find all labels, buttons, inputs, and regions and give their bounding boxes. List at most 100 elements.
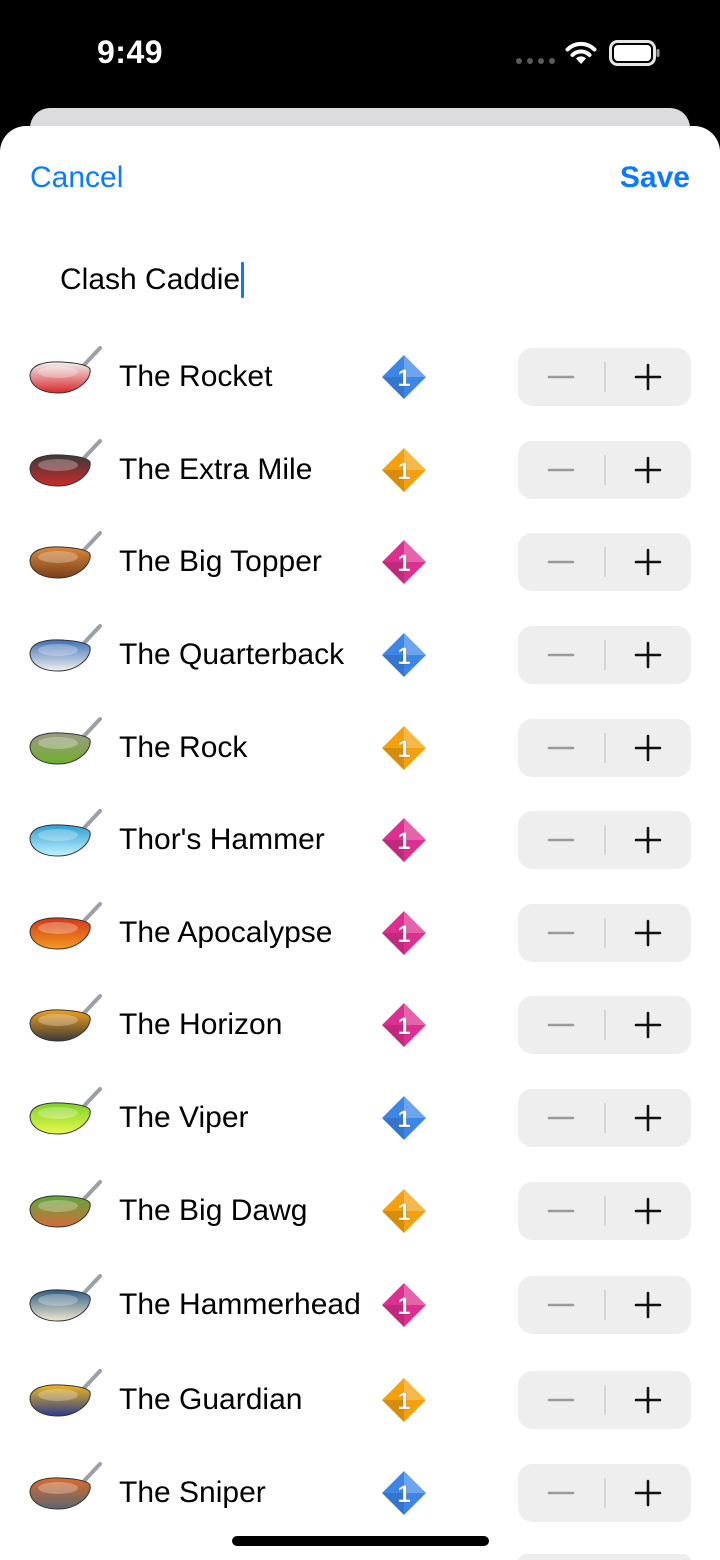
increment-button[interactable] xyxy=(606,1089,692,1147)
club-row: The Apocalypse 1 xyxy=(0,887,720,979)
decrement-button[interactable] xyxy=(518,348,604,406)
status-bar: 9:49 xyxy=(0,0,720,108)
club-name: The Big Topper xyxy=(119,545,322,578)
status-time: 9:49 xyxy=(97,34,164,70)
increment-button[interactable] xyxy=(606,348,692,406)
quantity-stepper xyxy=(518,719,691,777)
minus-icon xyxy=(547,1116,575,1120)
rarity-gem-icon: 1 xyxy=(382,1283,426,1327)
quantity-stepper xyxy=(518,996,691,1054)
svg-text:1: 1 xyxy=(397,1481,410,1508)
increment-button[interactable] xyxy=(606,1464,692,1522)
increment-button[interactable] xyxy=(606,441,692,499)
plus-icon xyxy=(634,1197,662,1225)
plus-icon xyxy=(634,456,662,484)
decrement-button[interactable] xyxy=(518,719,604,777)
decrement-button[interactable] xyxy=(518,1371,604,1429)
rarity-gem-icon: 1 xyxy=(382,355,426,399)
quantity-stepper xyxy=(518,441,691,499)
edit-caddie-sheet: Cancel Save Clash Caddie The Rocket 1 The … xyxy=(0,126,720,1560)
text-cursor xyxy=(241,262,245,298)
increment-button[interactable] xyxy=(606,811,692,869)
svg-text:1: 1 xyxy=(397,1199,410,1226)
quantity-stepper xyxy=(518,904,691,962)
increment-button[interactable] xyxy=(606,996,692,1054)
minus-icon xyxy=(547,653,575,657)
svg-text:1: 1 xyxy=(397,643,410,670)
plus-icon xyxy=(634,641,662,669)
driver-rocket-icon xyxy=(29,346,102,394)
club-row: The Quarterback 1 xyxy=(0,609,720,701)
club-row: The Rocket 1 xyxy=(0,331,720,423)
driver-sniper-icon xyxy=(29,1462,102,1510)
driver-guardian-icon xyxy=(29,1369,102,1417)
club-row: The Guardian 1 xyxy=(0,1354,720,1446)
cellular-signal-icon xyxy=(516,58,555,64)
rarity-gem-icon: 1 xyxy=(382,448,426,492)
quantity-stepper xyxy=(518,1276,691,1334)
decrement-button[interactable] xyxy=(518,533,604,591)
caddie-name-field[interactable]: Clash Caddie xyxy=(60,258,245,302)
save-button[interactable]: Save xyxy=(620,161,690,195)
club-row: The Big Topper 1 xyxy=(0,516,720,608)
rarity-gem-icon: 1 xyxy=(382,1096,426,1140)
minus-icon xyxy=(547,1023,575,1027)
svg-text:1: 1 xyxy=(397,1013,410,1040)
club-name: The Big Dawg xyxy=(119,1194,308,1227)
driver-apocalypse-icon xyxy=(29,902,102,950)
quantity-stepper xyxy=(518,348,691,406)
plus-icon xyxy=(634,1011,662,1039)
quantity-stepper xyxy=(518,1464,691,1522)
decrement-button[interactable] xyxy=(518,904,604,962)
driver-horizon-icon xyxy=(29,994,102,1042)
club-row: The Rock 1 xyxy=(0,702,720,794)
caddie-name-value: Clash Caddie xyxy=(60,263,241,296)
svg-text:1: 1 xyxy=(397,828,410,855)
driver-quarterback-icon xyxy=(29,624,102,672)
quantity-stepper xyxy=(518,1089,691,1147)
club-name: Thor's Hammer xyxy=(119,823,325,856)
minus-icon xyxy=(547,838,575,842)
driver-thors-hammer-icon xyxy=(29,809,102,857)
increment-button[interactable] xyxy=(606,904,692,962)
decrement-button[interactable] xyxy=(518,441,604,499)
increment-button[interactable] xyxy=(606,1182,692,1240)
driver-extra-mile-icon xyxy=(29,439,102,487)
club-name: The Viper xyxy=(119,1101,249,1134)
club-name: The Quarterback xyxy=(119,638,345,671)
plus-icon xyxy=(634,363,662,391)
driver-big-dawg-icon xyxy=(29,1180,102,1228)
club-name: The Rocket xyxy=(119,360,273,393)
decrement-button[interactable] xyxy=(518,1182,604,1240)
plus-icon xyxy=(634,1386,662,1414)
svg-text:1: 1 xyxy=(397,458,410,485)
club-row: The Horizon 1 xyxy=(0,979,720,1071)
rarity-gem-icon: 1 xyxy=(382,1003,426,1047)
decrement-button[interactable] xyxy=(518,1464,604,1522)
svg-text:1: 1 xyxy=(397,736,410,763)
club-row: The Big Dawg 1 xyxy=(0,1165,720,1257)
svg-text:1: 1 xyxy=(397,921,410,948)
decrement-button[interactable] xyxy=(518,996,604,1054)
decrement-button[interactable] xyxy=(518,811,604,869)
increment-button[interactable] xyxy=(606,719,692,777)
club-name: The Apocalypse xyxy=(119,916,333,949)
cancel-button[interactable]: Cancel xyxy=(30,161,123,195)
club-row: Thor's Hammer 1 xyxy=(0,794,720,886)
decrement-button[interactable] xyxy=(518,1089,604,1147)
decrement-button[interactable] xyxy=(518,626,604,684)
rarity-gem-icon: 1 xyxy=(382,633,426,677)
minus-icon xyxy=(547,1398,575,1402)
increment-button[interactable] xyxy=(606,626,692,684)
minus-icon xyxy=(547,1491,575,1495)
club-name: The Sniper xyxy=(119,1476,266,1509)
club-row: The Sniper 1 xyxy=(0,1447,720,1539)
increment-button[interactable] xyxy=(606,1276,692,1334)
increment-button[interactable] xyxy=(606,533,692,591)
plus-icon xyxy=(634,1104,662,1132)
club-name: The Hammerhead xyxy=(119,1288,361,1321)
club-name: The Guardian xyxy=(119,1383,303,1416)
decrement-button[interactable] xyxy=(518,1276,604,1334)
minus-icon xyxy=(547,931,575,935)
increment-button[interactable] xyxy=(606,1371,692,1429)
